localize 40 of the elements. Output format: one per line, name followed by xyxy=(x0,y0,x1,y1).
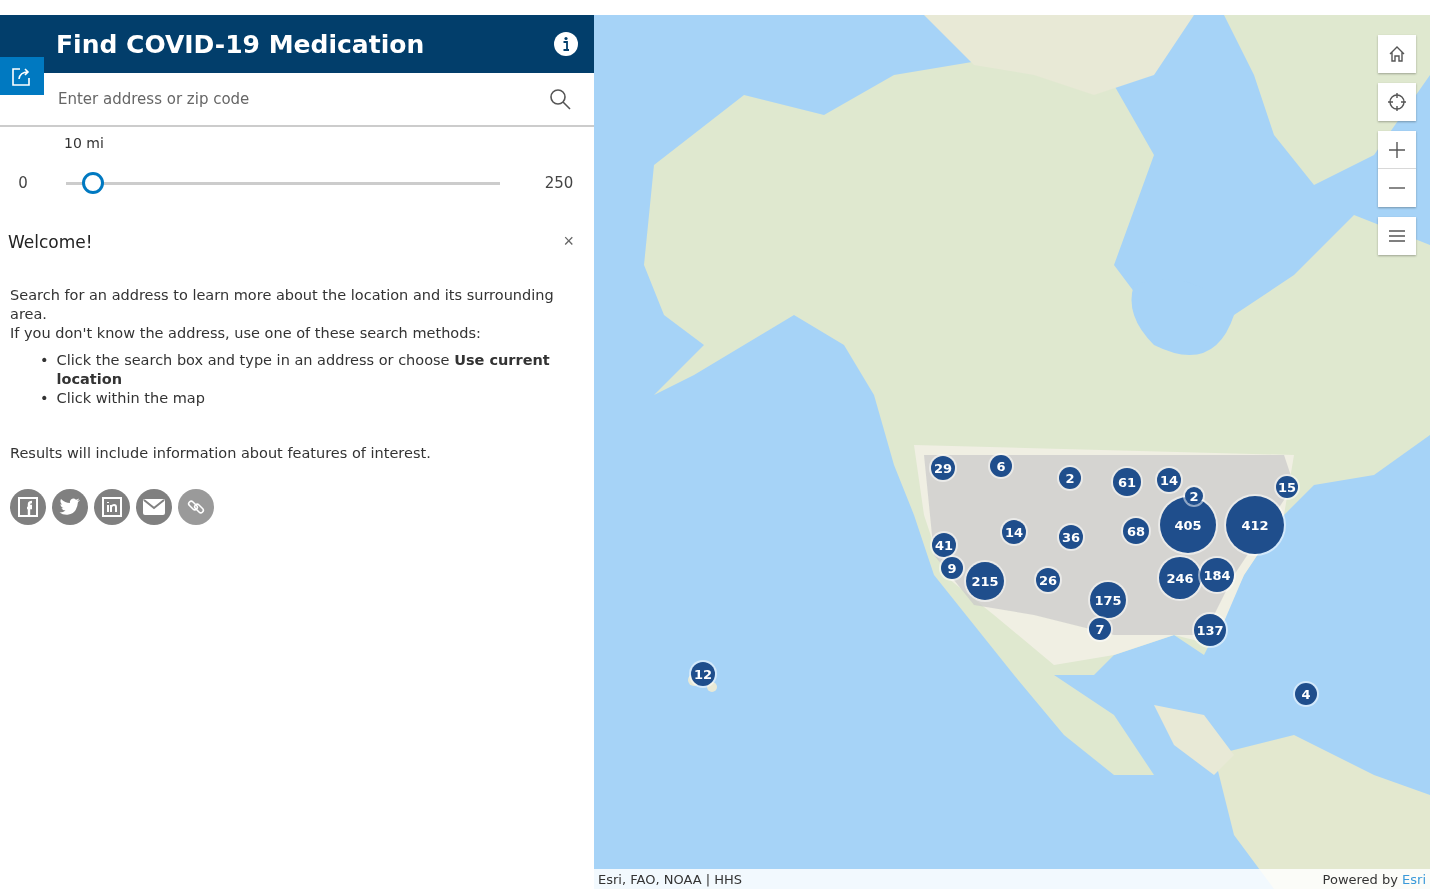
facebook-icon xyxy=(18,497,38,517)
home-icon xyxy=(1387,44,1407,64)
crosshair-icon xyxy=(1387,92,1407,112)
envelope-icon xyxy=(143,499,165,515)
welcome-title: Welcome! xyxy=(8,231,93,252)
locate-button[interactable] xyxy=(1378,83,1416,121)
slider-min-label: 0 xyxy=(17,174,29,192)
zoom-out-button[interactable] xyxy=(1378,169,1416,207)
info-icon[interactable] xyxy=(554,32,578,56)
search-icon[interactable] xyxy=(548,87,572,111)
share-button[interactable] xyxy=(0,57,44,95)
bullet-item: Click the search box and type in an address or choose Use current location xyxy=(56,351,551,389)
intro-text: Search for an address to learn more about the location and its surrounding area. xyxy=(10,286,555,324)
zoom-in-button[interactable] xyxy=(1378,131,1416,169)
twitter-bird-icon xyxy=(59,498,81,516)
distance-value: 10 mi xyxy=(63,135,105,153)
app-title: Find COVID-19 Medication xyxy=(56,29,425,59)
home-button[interactable] xyxy=(1378,35,1416,73)
legend-button[interactable] xyxy=(1378,217,1416,255)
zoom-in-icon xyxy=(1387,139,1407,160)
slider-max-label: 250 xyxy=(543,174,575,192)
bullet-marker: • xyxy=(40,351,49,370)
search-field[interactable]: Enter address or zip code xyxy=(56,89,548,109)
facebook-share-button[interactable] xyxy=(10,489,46,525)
powered-by-text: Powered by Esri xyxy=(1322,871,1426,887)
zoom-out-icon xyxy=(1387,186,1407,190)
intro-text: If you don't know the address, use one of these search methods: xyxy=(10,324,482,343)
attribution-text: Esri, FAO, NOAA | HHS xyxy=(598,871,742,887)
list-icon xyxy=(1387,229,1407,243)
results-text: Results will include information about features of interest. xyxy=(10,444,432,463)
twitter-share-button[interactable] xyxy=(52,489,88,525)
linkedin-icon xyxy=(102,497,122,517)
slider-thumb[interactable] xyxy=(82,172,105,194)
close-button[interactable]: × xyxy=(559,231,578,252)
link-icon xyxy=(186,497,206,517)
linkedin-share-button[interactable] xyxy=(94,489,130,525)
bullet-marker: • xyxy=(40,389,49,408)
link-share-button[interactable] xyxy=(178,489,214,525)
bullet-item: Click within the map xyxy=(56,389,205,408)
email-share-button[interactable] xyxy=(136,489,172,525)
